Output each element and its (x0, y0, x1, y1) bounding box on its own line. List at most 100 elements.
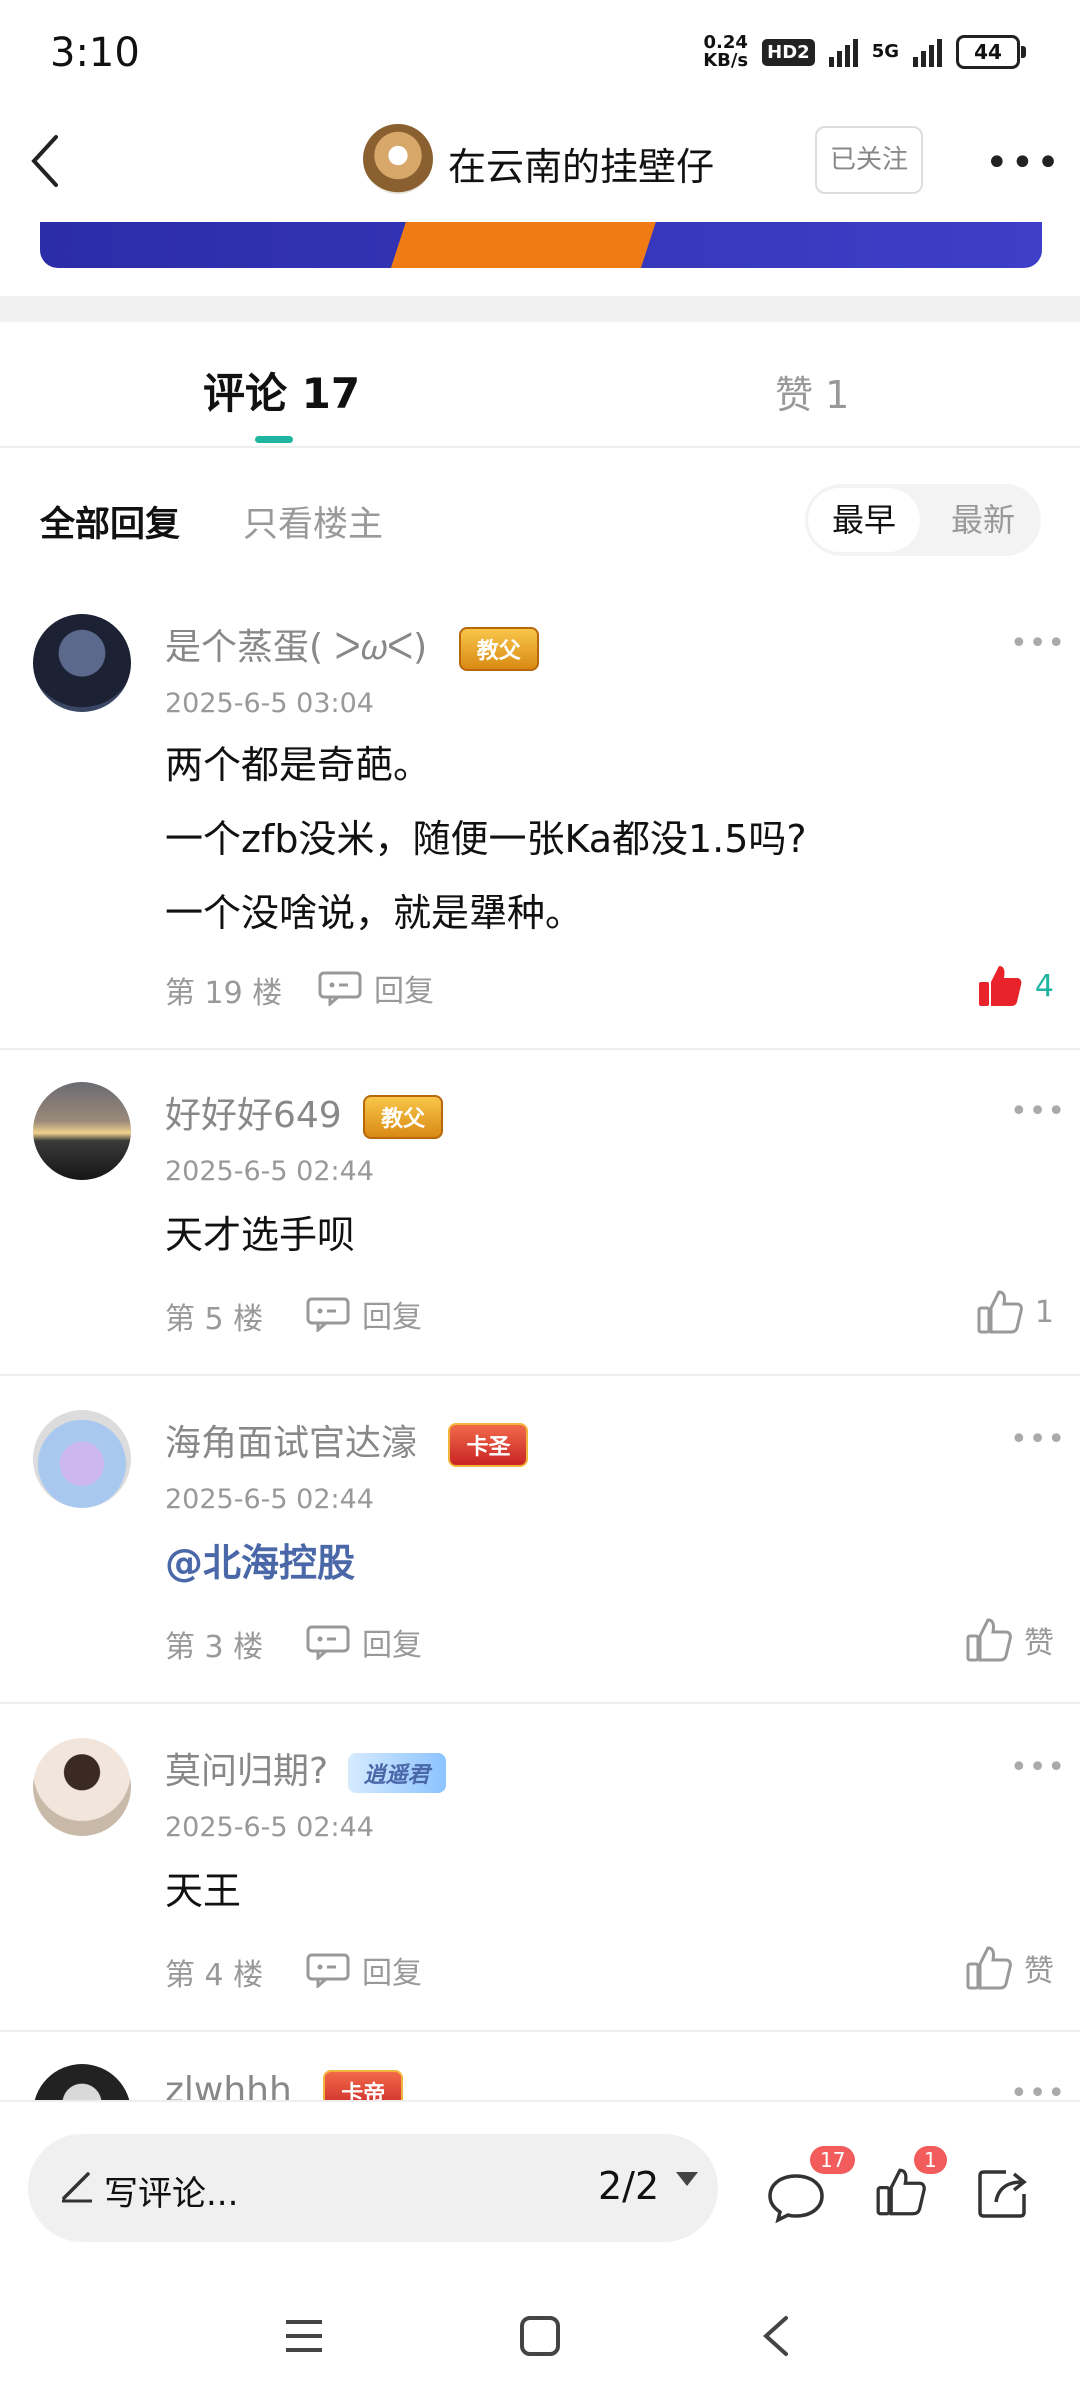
comment-count-badge: 17 (810, 2146, 856, 2174)
net-speed: 0.24 KB/s (703, 34, 748, 70)
tab-indicator (255, 436, 293, 443)
comments-button[interactable] (766, 2170, 826, 2228)
chevron-down-icon[interactable] (676, 2172, 698, 2186)
reply-label: 回复 (362, 1956, 422, 1991)
comment-author[interactable]: 好好好649 教父 (165, 1086, 444, 1139)
comment-author-name: 海角面试官达濠 (165, 1423, 418, 1464)
level-badge: 逍遥君 (347, 1753, 446, 1793)
thumbs-up-icon (977, 1290, 1023, 1334)
tab-likes[interactable]: 赞 1 (775, 364, 849, 419)
avatar[interactable] (33, 1410, 131, 1508)
pencil-icon (62, 2172, 92, 2203)
reply-label: 回复 (374, 974, 434, 1009)
ad-banner[interactable] (40, 222, 1042, 268)
reply-button[interactable]: 回复 (306, 1620, 422, 1664)
thumbs-up-filled-icon (978, 966, 1022, 1006)
comment-author[interactable]: 是个蒸蛋( ᐳ𝜔ᐸ) 教父 (165, 618, 539, 671)
avatar[interactable] (33, 1082, 131, 1180)
tab-divider (0, 446, 1080, 448)
comment-author-name: 好好好649 (165, 1095, 342, 1136)
comment-floor: 第 3 楼 (165, 1630, 264, 1665)
comment-text: @北海控股 (165, 1526, 355, 1600)
sort-newest[interactable]: 最新 (928, 488, 1038, 552)
level-badge: 教父 (363, 1095, 444, 1139)
reply-button[interactable]: 回复 (318, 966, 434, 1010)
comment-line: 两个都是奇葩。 (165, 743, 432, 787)
comment-divider (0, 1374, 1080, 1376)
comment-time: 2025-6-5 02:44 (165, 1484, 374, 1515)
reply-icon (306, 1297, 350, 1332)
page-selector[interactable]: 2/2 (598, 2164, 659, 2208)
comment-more-icon[interactable]: ••• (1010, 1750, 1066, 1785)
comment-more-icon[interactable]: ••• (1010, 626, 1066, 661)
filter-all-replies[interactable]: 全部回复 (40, 496, 180, 547)
avatar[interactable] (33, 614, 131, 712)
comment-author-name: 是个蒸蛋( ᐳ𝜔ᐸ) (165, 627, 428, 668)
like-post-button[interactable] (876, 2168, 926, 2220)
like-label: 赞 (1024, 1626, 1054, 1661)
reply-icon (306, 1625, 350, 1660)
more-options-icon[interactable]: ••• (985, 140, 1062, 186)
comment-author-name: 莫问归期? (165, 1751, 329, 1792)
like-count: 4 (1034, 968, 1054, 1004)
share-icon (978, 2170, 1027, 2218)
like-count: 1 (1034, 1294, 1054, 1330)
reply-label: 回复 (362, 1628, 422, 1663)
level-badge: 卡圣 (448, 1423, 529, 1467)
follow-button[interactable]: 已关注 (815, 126, 923, 194)
comment-line: 天王 (165, 1869, 242, 1913)
comment-author[interactable]: 莫问归期? 逍遥君 (165, 1742, 446, 1794)
comment-floor: 第 4 楼 (165, 1958, 264, 1993)
comment-more-icon[interactable]: ••• (1010, 1094, 1066, 1129)
comment-text: 天才选手呗 (165, 1198, 355, 1272)
avatar[interactable] (33, 1738, 131, 1836)
comment-bubble-icon (768, 2174, 824, 2224)
status-bar: 3:10 0.24 KB/s HD2 5G 44 (0, 0, 1080, 110)
share-button[interactable] (976, 2166, 1032, 2224)
thumbs-up-icon (876, 2168, 926, 2216)
thumbs-up-icon (966, 1618, 1012, 1662)
comment-author[interactable]: 海角面试官达濠 卡圣 (165, 1414, 529, 1467)
write-comment-placeholder[interactable]: 写评论... (104, 2166, 238, 2215)
like-label: 赞 (1024, 1954, 1054, 1989)
comment-time: 2025-6-5 02:44 (165, 1812, 374, 1843)
reply-button[interactable]: 回复 (306, 1292, 422, 1336)
back-button[interactable] (22, 125, 82, 195)
author-name[interactable]: 在云南的挂壁仔 (448, 136, 714, 191)
comment-line: 一个没啥说，就是犟种。 (165, 891, 584, 935)
reply-icon (318, 971, 362, 1006)
hd-icon: HD2 (762, 38, 815, 66)
filter-op-only[interactable]: 只看楼主 (243, 496, 383, 547)
comment-text: 两个都是奇葩。 一个zfb没米，随便一张Ka都没1.5吗? 一个没啥说，就是犟种… (165, 728, 807, 950)
like-count-badge: 1 (914, 2146, 947, 2174)
like-button[interactable]: 1 (977, 1290, 1054, 1334)
comment-divider (0, 1048, 1080, 1050)
battery-icon: 44 (956, 35, 1026, 69)
like-button[interactable]: 赞 (966, 1946, 1054, 1990)
comment-line: 一个zfb没米，随便一张Ka都没1.5吗? (165, 817, 807, 861)
mention-link[interactable]: @北海控股 (165, 1526, 355, 1600)
comment-divider (0, 1702, 1080, 1704)
back-nav-icon[interactable] (756, 2312, 796, 2360)
reply-icon (306, 1953, 350, 1988)
author-avatar[interactable] (363, 124, 433, 194)
reply-button[interactable]: 回复 (306, 1948, 422, 1992)
comment-more-icon[interactable]: ••• (1010, 1422, 1066, 1457)
clock: 3:10 (50, 30, 140, 76)
back-arrow-icon (31, 135, 58, 187)
comment-time: 2025-6-5 02:44 (165, 1156, 374, 1187)
signal-icon-2 (913, 37, 942, 67)
home-icon[interactable] (518, 2314, 562, 2358)
like-button[interactable]: 赞 (966, 1618, 1054, 1662)
reply-label: 回复 (362, 1300, 422, 1335)
tab-comments[interactable]: 评论 17 (203, 360, 360, 421)
menu-icon[interactable] (282, 2316, 326, 2356)
status-icons: 0.24 KB/s HD2 5G 44 (703, 34, 1026, 70)
section-divider (0, 296, 1080, 322)
comment-floor: 第 19 楼 (165, 976, 283, 1011)
thumbs-up-icon (966, 1946, 1012, 1990)
like-button[interactable]: 4 (977, 964, 1054, 1008)
signal-icon (828, 37, 858, 67)
comment-divider (0, 2030, 1080, 2032)
sort-earliest[interactable]: 最早 (808, 488, 920, 552)
